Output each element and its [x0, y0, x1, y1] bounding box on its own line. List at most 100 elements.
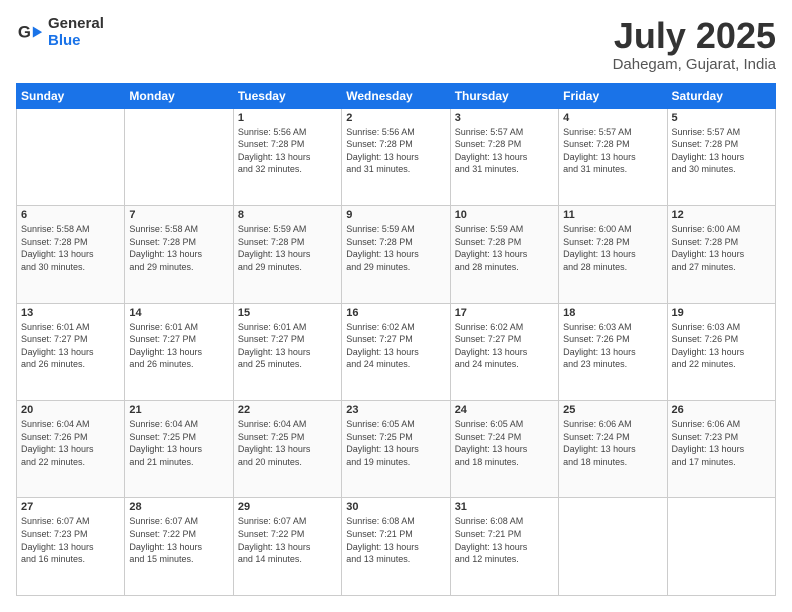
- table-row: 3 Sunrise: 5:57 AM Sunset: 7:28 PM Daylig…: [450, 108, 558, 205]
- day-number: 29: [238, 501, 337, 513]
- day-number: 24: [455, 404, 554, 416]
- day-info: Sunrise: 6:05 AM Sunset: 7:25 PM Dayligh…: [346, 418, 445, 468]
- day-info: Sunrise: 6:02 AM Sunset: 7:27 PM Dayligh…: [346, 321, 445, 371]
- day-number: 3: [455, 112, 554, 124]
- day-info: Sunrise: 6:04 AM Sunset: 7:25 PM Dayligh…: [129, 418, 228, 468]
- day-info: Sunrise: 6:01 AM Sunset: 7:27 PM Dayligh…: [21, 321, 120, 371]
- header-friday: Friday: [559, 83, 667, 108]
- logo-icon: G: [16, 19, 44, 47]
- table-row: 9 Sunrise: 5:59 AM Sunset: 7:28 PM Daylig…: [342, 206, 450, 303]
- table-row: 25Sunrise: 6:06 AM Sunset: 7:24 PM Dayli…: [559, 401, 667, 498]
- day-info: Sunrise: 6:08 AM Sunset: 7:21 PM Dayligh…: [346, 515, 445, 565]
- table-row: 4Sunrise: 5:57 AM Sunset: 7:28 PM Daylig…: [559, 108, 667, 205]
- day-info: Sunrise: 5:57 AM Sunset: 7:28 PM Dayligh…: [672, 126, 771, 176]
- day-number: 7: [129, 209, 228, 221]
- calendar-table: Sunday Monday Tuesday Wednesday Thursday…: [16, 83, 776, 596]
- table-row: 26 Sunrise: 6:06 AM Sunset: 7:23 PM Dayli…: [667, 401, 775, 498]
- day-info: Sunrise: 6:03 AM Sunset: 7:26 PM Dayligh…: [672, 321, 771, 371]
- day-info: Sunrise: 6:07 AM Sunset: 7:23 PM Dayligh…: [21, 515, 120, 565]
- day-info: Sunrise: 6:04 AM Sunset: 7:25 PM Dayligh…: [238, 418, 337, 468]
- table-row: 1 Sunrise: 5:56 AM Sunset: 7:28 PM Daylig…: [233, 108, 341, 205]
- week-row-0: 1 Sunrise: 5:56 AM Sunset: 7:28 PM Daylig…: [17, 108, 776, 205]
- table-row: 17Sunrise: 6:02 AM Sunset: 7:27 PM Dayli…: [450, 303, 558, 400]
- day-info: Sunrise: 5:57 AM Sunset: 7:28 PM Dayligh…: [455, 126, 554, 176]
- table-row: 18 Sunrise: 6:03 AM Sunset: 7:26 PM Dayli…: [559, 303, 667, 400]
- table-row: 23 Sunrise: 6:05 AM Sunset: 7:25 PM Dayli…: [342, 401, 450, 498]
- day-info: Sunrise: 6:07 AM Sunset: 7:22 PM Dayligh…: [129, 515, 228, 565]
- table-row: 22 Sunrise: 6:04 AM Sunset: 7:25 PM Dayli…: [233, 401, 341, 498]
- day-number: 9: [346, 209, 445, 221]
- location: Dahegam, Gujarat, India: [613, 56, 776, 73]
- day-number: 8: [238, 209, 337, 221]
- day-number: 27: [21, 501, 120, 513]
- header: G General Blue July 2025 Dahegam, Gujara…: [16, 16, 776, 73]
- day-number: 6: [21, 209, 120, 221]
- header-saturday: Saturday: [667, 83, 775, 108]
- logo: G General Blue: [16, 16, 104, 49]
- day-number: 28: [129, 501, 228, 513]
- day-info: Sunrise: 6:01 AM Sunset: 7:27 PM Dayligh…: [238, 321, 337, 371]
- day-info: Sunrise: 6:06 AM Sunset: 7:23 PM Dayligh…: [672, 418, 771, 468]
- day-number: 22: [238, 404, 337, 416]
- weekday-header-row: Sunday Monday Tuesday Wednesday Thursday…: [17, 83, 776, 108]
- day-info: Sunrise: 5:58 AM Sunset: 7:28 PM Dayligh…: [129, 223, 228, 273]
- day-number: 13: [21, 307, 120, 319]
- table-row: 20Sunrise: 6:04 AM Sunset: 7:26 PM Dayli…: [17, 401, 125, 498]
- day-info: Sunrise: 6:05 AM Sunset: 7:24 PM Dayligh…: [455, 418, 554, 468]
- day-number: 2: [346, 112, 445, 124]
- day-number: 11: [563, 209, 662, 221]
- day-number: 12: [672, 209, 771, 221]
- table-row: 2 Sunrise: 5:56 AM Sunset: 7:28 PM Daylig…: [342, 108, 450, 205]
- day-number: 18: [563, 307, 662, 319]
- table-row: 8 Sunrise: 5:59 AM Sunset: 7:28 PM Daylig…: [233, 206, 341, 303]
- day-number: 14: [129, 307, 228, 319]
- day-info: Sunrise: 5:59 AM Sunset: 7:28 PM Dayligh…: [238, 223, 337, 273]
- day-number: 10: [455, 209, 554, 221]
- day-number: 19: [672, 307, 771, 319]
- table-row: 10Sunrise: 5:59 AM Sunset: 7:28 PM Dayli…: [450, 206, 558, 303]
- header-thursday: Thursday: [450, 83, 558, 108]
- day-number: 15: [238, 307, 337, 319]
- day-number: 26: [672, 404, 771, 416]
- header-sunday: Sunday: [17, 83, 125, 108]
- table-row: 5Sunrise: 5:57 AM Sunset: 7:28 PM Daylig…: [667, 108, 775, 205]
- table-row: 21 Sunrise: 6:04 AM Sunset: 7:25 PM Dayli…: [125, 401, 233, 498]
- week-row-3: 20Sunrise: 6:04 AM Sunset: 7:26 PM Dayli…: [17, 401, 776, 498]
- day-number: 21: [129, 404, 228, 416]
- day-number: 20: [21, 404, 120, 416]
- header-monday: Monday: [125, 83, 233, 108]
- table-row: 7 Sunrise: 5:58 AM Sunset: 7:28 PM Daylig…: [125, 206, 233, 303]
- day-number: 16: [346, 307, 445, 319]
- table-row: 12 Sunrise: 6:00 AM Sunset: 7:28 PM Dayli…: [667, 206, 775, 303]
- table-row: 27 Sunrise: 6:07 AM Sunset: 7:23 PM Dayli…: [17, 498, 125, 596]
- table-row: 24 Sunrise: 6:05 AM Sunset: 7:24 PM Dayli…: [450, 401, 558, 498]
- title-section: July 2025 Dahegam, Gujarat, India: [613, 16, 776, 73]
- table-row: 16 Sunrise: 6:02 AM Sunset: 7:27 PM Dayli…: [342, 303, 450, 400]
- day-number: 4: [563, 112, 662, 124]
- day-info: Sunrise: 6:08 AM Sunset: 7:21 PM Dayligh…: [455, 515, 554, 565]
- day-number: 23: [346, 404, 445, 416]
- svg-text:G: G: [18, 22, 31, 41]
- table-row: 19 Sunrise: 6:03 AM Sunset: 7:26 PM Dayli…: [667, 303, 775, 400]
- day-info: Sunrise: 6:00 AM Sunset: 7:28 PM Dayligh…: [672, 223, 771, 273]
- table-row: [667, 498, 775, 596]
- table-row: 31 Sunrise: 6:08 AM Sunset: 7:21 PM Dayli…: [450, 498, 558, 596]
- day-number: 1: [238, 112, 337, 124]
- logo-text: General Blue: [48, 16, 104, 49]
- header-tuesday: Tuesday: [233, 83, 341, 108]
- logo-general-label: General: [48, 16, 104, 33]
- table-row: [125, 108, 233, 205]
- day-info: Sunrise: 6:02 AM Sunset: 7:27 PM Dayligh…: [455, 321, 554, 371]
- day-info: Sunrise: 5:56 AM Sunset: 7:28 PM Dayligh…: [346, 126, 445, 176]
- table-row: 15 Sunrise: 6:01 AM Sunset: 7:27 PM Dayli…: [233, 303, 341, 400]
- day-number: 30: [346, 501, 445, 513]
- day-info: Sunrise: 6:03 AM Sunset: 7:26 PM Dayligh…: [563, 321, 662, 371]
- day-info: Sunrise: 5:59 AM Sunset: 7:28 PM Dayligh…: [346, 223, 445, 273]
- day-info: Sunrise: 6:01 AM Sunset: 7:27 PM Dayligh…: [129, 321, 228, 371]
- table-row: 11Sunrise: 6:00 AM Sunset: 7:28 PM Dayli…: [559, 206, 667, 303]
- day-number: 25: [563, 404, 662, 416]
- day-number: 31: [455, 501, 554, 513]
- day-info: Sunrise: 5:56 AM Sunset: 7:28 PM Dayligh…: [238, 126, 337, 176]
- day-info: Sunrise: 6:07 AM Sunset: 7:22 PM Dayligh…: [238, 515, 337, 565]
- week-row-4: 27 Sunrise: 6:07 AM Sunset: 7:23 PM Dayli…: [17, 498, 776, 596]
